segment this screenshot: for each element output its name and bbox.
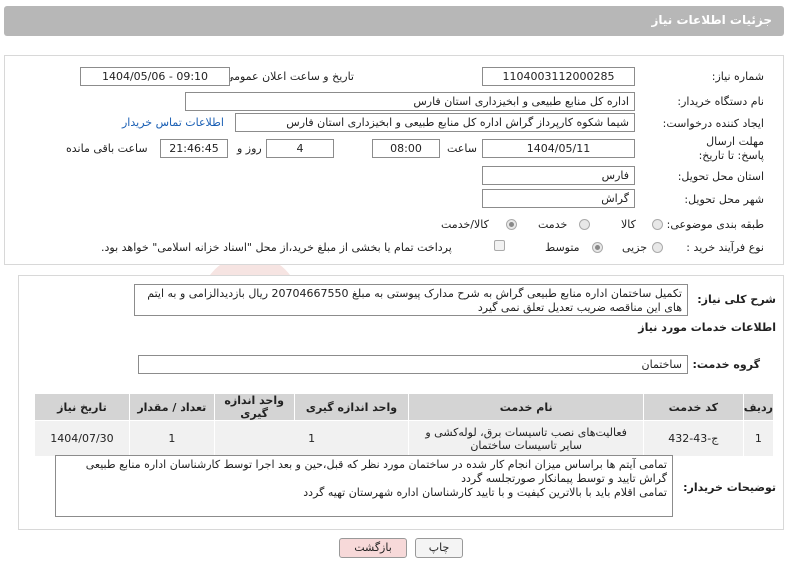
deadline-time-label: ساعت	[447, 142, 477, 155]
creator-label: ایجاد کننده درخواست:	[662, 117, 764, 130]
deadline-date-field[interactable]: 1404/05/11	[482, 139, 635, 158]
cell-service-code: ج-43-432	[642, 420, 744, 457]
buyer-org-label: نام دستگاه خریدار:	[677, 95, 764, 108]
days-label: روز و	[237, 142, 262, 155]
process-option-minor: جزیی	[622, 241, 648, 254]
days-remaining-field[interactable]: 4	[266, 139, 334, 158]
description-textarea[interactable]: تکمیل ساختمان اداره منابع طبیعی گراش به …	[134, 284, 688, 316]
buyer-notes-textarea[interactable]: تمامی آیتم ها براساس میزان انجام کار شده…	[55, 455, 673, 517]
col-service-code: کد خدمت	[642, 393, 744, 421]
announce-label: تاریخ و ساعت اعلان عمومی:	[221, 70, 354, 83]
category-radio-service[interactable]	[579, 219, 590, 230]
process-label: نوع فرآیند خرید :	[686, 241, 764, 254]
category-radio-goods-service[interactable]	[506, 219, 517, 230]
table-row[interactable]: 1404/07/30 1 1 فعالیت‌های نصب تاسیسات بر…	[34, 420, 775, 457]
col-row-number: ردیف	[742, 393, 775, 421]
service-group-label: گروه خدمت:	[692, 358, 760, 371]
col-amount: واحد اندازه گیری	[213, 393, 295, 421]
treasury-payment-checkbox[interactable]	[494, 240, 505, 251]
service-group-field[interactable]: ساختمان	[138, 355, 688, 374]
col-service-name: نام خدمت	[408, 393, 644, 421]
city-field[interactable]: گراش	[482, 189, 635, 208]
page-header: جزئیات اطلاعات نیاز	[0, 0, 788, 40]
creator-field[interactable]: شیما شکوه کارپرداز گراش اداره کل منابع ط…	[235, 113, 635, 132]
deadline-time-field[interactable]: 08:00	[372, 139, 440, 158]
remaining-time-field[interactable]: 21:46:45	[160, 139, 228, 158]
category-radio-goods[interactable]	[652, 219, 663, 230]
process-option-medium: متوسط	[545, 241, 580, 254]
cell-service-name: فعالیت‌های نصب تاسیسات برق، لوله‌کشی و س…	[408, 420, 644, 457]
category-option-goods-service: کالا/خدمت	[441, 218, 489, 231]
need-number-label: شماره نیاز:	[711, 70, 764, 83]
province-field[interactable]: فارس	[482, 166, 635, 185]
treasury-payment-note: پرداخت تمام یا بخشی از مبلغ خرید،از محل …	[101, 241, 452, 254]
buyer-notes-label: توضیحات خریدار:	[683, 481, 776, 494]
process-radio-minor[interactable]	[652, 242, 663, 253]
buyer-contact-link[interactable]: اطلاعات تماس خریدار	[122, 116, 224, 129]
announce-datetime-field[interactable]: 1404/05/06 - 09:10	[80, 67, 230, 86]
col-need-date: تاریخ نیاز	[34, 393, 130, 421]
cell-need-date: 1404/07/30	[34, 420, 130, 457]
header-title-bar: جزئیات اطلاعات نیاز	[4, 6, 784, 36]
need-details-panel	[4, 55, 784, 265]
need-number-field[interactable]: 1104003112000285	[482, 67, 635, 86]
province-label: استان محل تحویل:	[677, 170, 764, 183]
city-label: شهر محل تحویل:	[684, 193, 764, 206]
services-table: تاریخ نیاز تعداد / مقدار واحد اندازه گیر…	[34, 393, 775, 457]
buyer-org-field[interactable]: اداره کل منابع طبیعی و ابخیزداری استان ف…	[185, 92, 635, 111]
services-section-title: اطلاعات خدمات مورد نیاز	[638, 321, 776, 334]
back-button[interactable]: بازگشت	[339, 538, 407, 558]
process-radio-medium[interactable]	[592, 242, 603, 253]
print-button[interactable]: چاپ	[415, 538, 463, 558]
category-option-goods: کالا	[621, 218, 636, 231]
col-quantity: تعداد / مقدار	[128, 393, 215, 421]
col-unit: واحد اندازه گیری	[293, 393, 410, 421]
page-title: جزئیات اطلاعات نیاز	[651, 13, 772, 27]
description-label: شرح کلی نیاز:	[697, 293, 776, 306]
category-option-service: خدمت	[538, 218, 568, 231]
cell-unit: 1	[213, 420, 410, 457]
deadline-label: مهلت ارسال پاسخ: تا تاریخ:	[698, 135, 764, 162]
category-label: طبقه بندی موضوعی:	[666, 218, 764, 231]
cell-row-number: 1	[742, 420, 775, 457]
remaining-time-label: ساعت باقی مانده	[66, 142, 148, 155]
cell-amount: 1	[128, 420, 215, 457]
